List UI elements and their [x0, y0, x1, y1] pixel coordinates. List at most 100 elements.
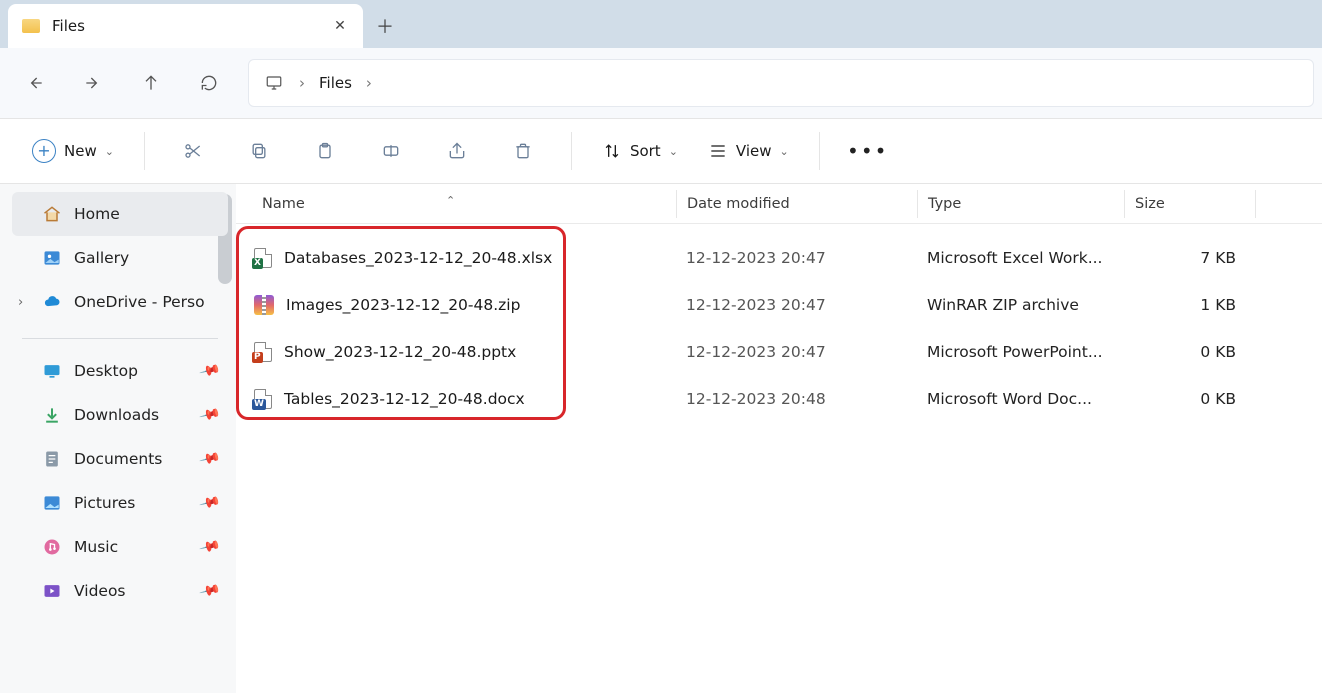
- tab-title: Files: [52, 17, 331, 35]
- sidebar-pictures-label: Pictures: [74, 494, 135, 512]
- sidebar-item-gallery[interactable]: Gallery: [12, 236, 228, 280]
- view-icon: [708, 141, 728, 161]
- main-area: Home Gallery › OneDrive - Perso Desktop …: [0, 184, 1322, 693]
- col-divider[interactable]: [1255, 190, 1256, 218]
- expand-icon[interactable]: ›: [18, 295, 23, 310]
- ellipsis-icon: •••: [847, 139, 888, 163]
- chevron-right-icon: ›: [366, 74, 372, 92]
- zip-file-icon: [254, 295, 274, 315]
- sidebar-videos-label: Videos: [74, 582, 126, 600]
- col-header-type[interactable]: Type: [918, 196, 1124, 212]
- documents-icon: [42, 449, 62, 469]
- sidebar-gallery-label: Gallery: [74, 249, 129, 267]
- sidebar-item-desktop[interactable]: Desktop 📌: [12, 349, 228, 393]
- rename-button[interactable]: [361, 129, 421, 173]
- refresh-button[interactable]: [182, 59, 236, 107]
- word-file-icon: W: [254, 389, 272, 409]
- sidebar-item-videos[interactable]: Videos 📌: [12, 569, 228, 613]
- sidebar-onedrive-label: OneDrive - Perso: [74, 293, 205, 311]
- pin-icon: 📌: [198, 448, 221, 471]
- arrow-right-icon: [83, 73, 103, 93]
- sidebar-documents-label: Documents: [74, 450, 162, 468]
- file-date: 12-12-2023 20:47: [676, 343, 917, 361]
- file-size: 1 KB: [1124, 296, 1254, 314]
- folder-icon: [22, 19, 40, 33]
- music-icon: [42, 537, 62, 557]
- file-row[interactable]: P Show_2023-12-12_20-48.pptx 12-12-2023 …: [236, 328, 1322, 375]
- separator: [144, 132, 145, 170]
- sidebar-downloads-label: Downloads: [74, 406, 159, 424]
- view-button[interactable]: View ⌄: [696, 129, 801, 173]
- file-date: 12-12-2023 20:48: [676, 390, 917, 408]
- paste-button[interactable]: [295, 129, 355, 173]
- sidebar-desktop-label: Desktop: [74, 362, 138, 380]
- file-row[interactable]: W Tables_2023-12-12_20-48.docx 12-12-202…: [236, 375, 1322, 422]
- breadcrumb-location[interactable]: Files: [319, 74, 352, 92]
- gallery-icon: [42, 248, 62, 268]
- sidebar-item-home[interactable]: Home: [12, 192, 228, 236]
- tab-bar: Files ✕ ＋: [0, 0, 1322, 48]
- sidebar-item-documents[interactable]: Documents 📌: [12, 437, 228, 481]
- sidebar-home-label: Home: [74, 205, 120, 223]
- cut-button[interactable]: [163, 129, 223, 173]
- file-name: Databases_2023-12-12_20-48.xlsx: [284, 249, 552, 267]
- file-size: 7 KB: [1124, 249, 1254, 267]
- file-name: Show_2023-12-12_20-48.pptx: [284, 343, 516, 361]
- col-name-label: Name: [262, 196, 305, 212]
- new-tab-button[interactable]: ＋: [363, 4, 407, 48]
- pin-icon: 📌: [198, 492, 221, 515]
- new-button[interactable]: + New ⌄: [20, 129, 126, 173]
- up-button[interactable]: [124, 59, 178, 107]
- navigation-pane: Home Gallery › OneDrive - Perso Desktop …: [0, 184, 236, 693]
- delete-button[interactable]: [493, 129, 553, 173]
- separator: [571, 132, 572, 170]
- pin-icon: 📌: [198, 360, 221, 383]
- sidebar-item-onedrive[interactable]: › OneDrive - Perso: [12, 280, 228, 324]
- file-row[interactable]: X Databases_2023-12-12_20-48.xlsx 12-12-…: [236, 234, 1322, 281]
- share-icon: [447, 141, 467, 161]
- sidebar-item-downloads[interactable]: Downloads 📌: [12, 393, 228, 437]
- cloud-icon: [42, 292, 62, 312]
- col-header-date[interactable]: Date modified: [677, 196, 917, 212]
- trash-icon: [513, 141, 533, 161]
- pin-icon: 📌: [198, 536, 221, 559]
- excel-file-icon: X: [254, 248, 272, 268]
- sort-button[interactable]: Sort ⌄: [590, 129, 690, 173]
- chevron-down-icon: ⌄: [105, 145, 114, 158]
- col-header-name[interactable]: Name ⌃: [236, 196, 676, 212]
- home-icon: [42, 204, 62, 224]
- close-tab-button[interactable]: ✕: [331, 17, 349, 35]
- copy-button[interactable]: [229, 129, 289, 173]
- divider: [22, 338, 218, 339]
- new-label: New: [64, 142, 97, 160]
- sidebar-music-label: Music: [74, 538, 118, 556]
- forward-button[interactable]: [66, 59, 120, 107]
- sidebar-item-music[interactable]: Music 📌: [12, 525, 228, 569]
- file-name: Images_2023-12-12_20-48.zip: [286, 296, 520, 314]
- col-header-size[interactable]: Size: [1125, 196, 1255, 212]
- clipboard-icon: [315, 141, 335, 161]
- view-label: View: [736, 142, 772, 160]
- col-size-label: Size: [1135, 196, 1165, 212]
- file-name: Tables_2023-12-12_20-48.docx: [284, 390, 525, 408]
- file-date: 12-12-2023 20:47: [676, 296, 917, 314]
- file-type: Microsoft Word Doc...: [917, 390, 1124, 408]
- col-type-label: Type: [928, 196, 961, 212]
- powerpoint-file-icon: P: [254, 342, 272, 362]
- videos-icon: [42, 581, 62, 601]
- address-bar[interactable]: › Files ›: [248, 59, 1314, 107]
- sidebar-item-pictures[interactable]: Pictures 📌: [12, 481, 228, 525]
- plus-circle-icon: +: [32, 139, 56, 163]
- tab-files[interactable]: Files ✕: [8, 4, 363, 48]
- share-button[interactable]: [427, 129, 487, 173]
- chevron-down-icon: ⌄: [780, 145, 789, 158]
- rename-icon: [381, 141, 401, 161]
- file-size: 0 KB: [1124, 390, 1254, 408]
- sort-indicator-icon: ⌃: [446, 194, 455, 207]
- more-button[interactable]: •••: [838, 129, 898, 173]
- chevron-down-icon: ⌄: [669, 145, 678, 158]
- file-row[interactable]: Images_2023-12-12_20-48.zip 12-12-2023 2…: [236, 281, 1322, 328]
- nav-bar: › Files ›: [0, 48, 1322, 118]
- file-size: 0 KB: [1124, 343, 1254, 361]
- back-button[interactable]: [8, 59, 62, 107]
